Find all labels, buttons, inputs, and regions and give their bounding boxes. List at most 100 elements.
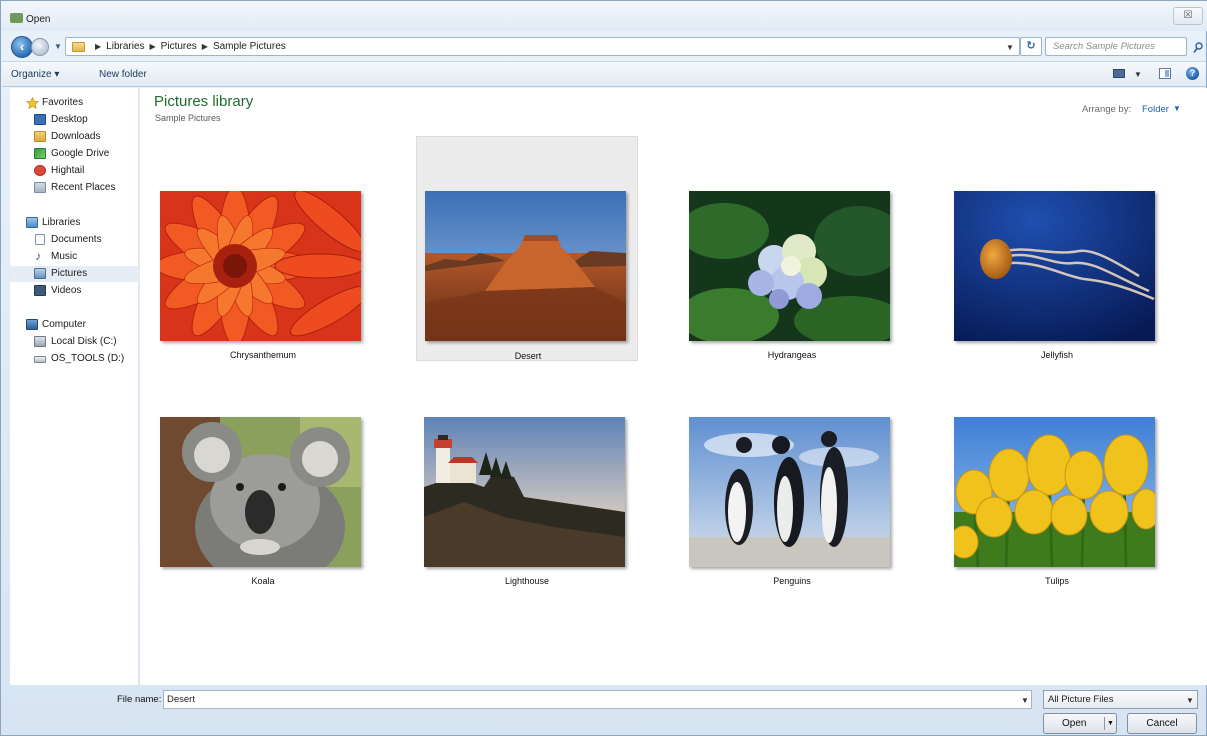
file-name-label: Penguins bbox=[773, 576, 811, 586]
sidebar-item-favorites[interactable]: Favorites bbox=[10, 95, 139, 111]
sidebar-item-os-tools[interactable]: OS_TOOLS (D:) bbox=[10, 351, 139, 367]
breadcrumb-separator-icon: ▶ bbox=[95, 42, 102, 51]
window-title: Open bbox=[26, 14, 51, 25]
preview-pane-icon[interactable] bbox=[1159, 68, 1171, 79]
open-button-label: Open bbox=[1062, 718, 1087, 729]
search-icon[interactable] bbox=[1193, 42, 1203, 54]
libraries-icon bbox=[26, 217, 38, 228]
sidebar-item-label: Google Drive bbox=[51, 148, 110, 159]
thumbnail-koala bbox=[160, 417, 361, 567]
file-name-label: Hydrangeas bbox=[767, 350, 817, 360]
file-name-label: Desert bbox=[514, 351, 542, 361]
new-folder-button[interactable]: New folder bbox=[99, 69, 147, 80]
address-bar[interactable]: ▶ Libraries ▶ Pictures ▶ Sample Pictures ▼ bbox=[65, 37, 1020, 56]
breadcrumb-libraries[interactable]: Libraries bbox=[106, 41, 144, 52]
breadcrumb-sample-pictures[interactable]: Sample Pictures bbox=[213, 41, 286, 52]
navigation-pane: Favorites Desktop Downloads Google Drive… bbox=[10, 88, 139, 685]
sidebar-item-videos[interactable]: Videos bbox=[10, 283, 139, 299]
open-dialog: Open ☒ ‹ › ▼ ▶ Libraries ▶ Pictures ▶ Sample … bbox=[0, 0, 1207, 736]
documents-icon bbox=[35, 234, 45, 245]
file-name-label: File name: bbox=[117, 694, 162, 705]
recent-locations-dropdown[interactable]: ▼ bbox=[54, 42, 62, 51]
close-button[interactable]: ☒ bbox=[1173, 7, 1203, 25]
file-name-label: Jellyfish bbox=[1040, 350, 1073, 360]
back-button[interactable]: ‹ bbox=[11, 36, 33, 58]
sidebar-item-label: Computer bbox=[42, 319, 86, 330]
sidebar-item-music[interactable]: ♪ Music bbox=[10, 249, 139, 265]
desktop-icon bbox=[34, 114, 46, 125]
sidebar-item-local-disk[interactable]: Local Disk (C:) bbox=[10, 334, 139, 350]
sidebar-item-recent-places[interactable]: Recent Places bbox=[10, 180, 139, 196]
open-options-dropdown-icon[interactable]: ▼ bbox=[1107, 714, 1114, 733]
computer-icon bbox=[26, 319, 38, 330]
sidebar-item-downloads[interactable]: Downloads bbox=[10, 129, 139, 145]
sidebar-item-label: Libraries bbox=[42, 217, 81, 228]
refresh-button[interactable]: ↻ bbox=[1020, 37, 1042, 56]
sidebar-item-label: Hightail bbox=[51, 165, 85, 176]
file-tile-jellyfish[interactable]: Jellyfish bbox=[946, 138, 1168, 363]
file-name-label: Koala bbox=[251, 576, 275, 586]
sidebar-item-label: Pictures bbox=[51, 268, 88, 279]
arrange-dropdown-icon[interactable]: ▼ bbox=[1173, 104, 1181, 113]
breadcrumb: ▶ Libraries ▶ Pictures ▶ Sample Pictures bbox=[90, 41, 286, 52]
arrange-by-dropdown[interactable]: Folder bbox=[1142, 104, 1169, 115]
sidebar-item-libraries[interactable]: Libraries bbox=[10, 215, 139, 231]
open-button[interactable]: Open ▼ bbox=[1043, 713, 1117, 734]
file-tile-chrysanthemum[interactable]: Chrysanthemum bbox=[152, 138, 374, 363]
sidebar-item-label: OS_TOOLS (D:) bbox=[51, 353, 125, 364]
file-name-label: Lighthouse bbox=[504, 576, 550, 586]
thumbnail-jellyfish bbox=[954, 191, 1155, 341]
sidebar-item-label: Favorites bbox=[42, 97, 84, 108]
file-tile-penguins[interactable]: Penguins bbox=[681, 364, 903, 589]
thumbnail-penguins bbox=[689, 417, 890, 567]
hightail-icon bbox=[34, 165, 46, 176]
sidebar-item-hightail[interactable]: Hightail bbox=[10, 163, 139, 179]
thumbnail-desert bbox=[425, 191, 626, 341]
command-bar: Organize ▾ New folder ▼ ? bbox=[2, 61, 1206, 87]
organize-button[interactable]: Organize ▾ bbox=[11, 69, 59, 80]
sidebar-item-documents[interactable]: Documents bbox=[10, 232, 139, 248]
sidebar-item-label: Desktop bbox=[51, 114, 88, 125]
sidebar-item-label: Downloads bbox=[51, 131, 101, 142]
dialog-icon bbox=[10, 13, 23, 23]
file-type-filter[interactable]: All Picture Files bbox=[1043, 690, 1198, 709]
file-tile-tulips[interactable]: Tulips bbox=[946, 364, 1168, 589]
cancel-button[interactable]: Cancel bbox=[1127, 713, 1197, 734]
thumbnail-tulips bbox=[954, 417, 1155, 567]
help-icon[interactable]: ? bbox=[1186, 67, 1199, 80]
forward-arrow-icon: › bbox=[38, 41, 42, 52]
file-tile-lighthouse[interactable]: Lighthouse bbox=[416, 364, 638, 589]
view-options-dropdown[interactable]: ▼ bbox=[1134, 70, 1142, 79]
dialog-footer: File name: Desert ▼ All Picture Files ▼ … bbox=[1, 685, 1207, 736]
library-subtitle: Sample Pictures bbox=[155, 113, 221, 123]
file-name-input[interactable]: Desert bbox=[163, 690, 1032, 709]
back-arrow-icon: ‹ bbox=[19, 39, 25, 54]
search-input[interactable]: Search Sample Pictures bbox=[1045, 37, 1187, 56]
forward-button[interactable]: › bbox=[31, 38, 49, 56]
drive-icon bbox=[34, 356, 46, 363]
file-name-dropdown-icon[interactable]: ▼ bbox=[1021, 696, 1029, 705]
sidebar-item-computer[interactable]: Computer bbox=[10, 317, 139, 333]
sidebar-item-google-drive[interactable]: Google Drive bbox=[10, 146, 139, 162]
address-dropdown-icon[interactable]: ▼ bbox=[1006, 43, 1014, 52]
sidebar-item-pictures[interactable]: Pictures bbox=[10, 266, 139, 282]
sidebar-item-label: Music bbox=[51, 251, 78, 262]
file-tile-desert[interactable]: Desert bbox=[416, 136, 638, 361]
sidebar-item-desktop[interactable]: Desktop bbox=[10, 112, 139, 128]
breadcrumb-separator-icon: ▶ bbox=[201, 42, 208, 51]
file-name-label: Chrysanthemum bbox=[229, 350, 297, 360]
thumbnail-chrysanthemum bbox=[160, 191, 361, 341]
title-bar: Open ☒ bbox=[1, 1, 1207, 31]
music-icon: ♪ bbox=[35, 249, 41, 263]
change-view-icon[interactable] bbox=[1113, 69, 1125, 78]
sidebar-item-label: Documents bbox=[51, 234, 102, 245]
breadcrumb-pictures[interactable]: Pictures bbox=[161, 41, 197, 52]
filter-dropdown-icon[interactable]: ▼ bbox=[1186, 696, 1194, 705]
refresh-icon: ↻ bbox=[1026, 40, 1036, 52]
recent-places-icon bbox=[34, 182, 46, 193]
sidebar-item-label: Recent Places bbox=[51, 182, 116, 193]
search-placeholder: Search Sample Pictures bbox=[1053, 41, 1155, 52]
sidebar-item-label: Local Disk (C:) bbox=[51, 336, 117, 347]
file-tile-hydrangeas[interactable]: Hydrangeas bbox=[681, 138, 903, 363]
file-tile-koala[interactable]: Koala bbox=[152, 364, 374, 589]
